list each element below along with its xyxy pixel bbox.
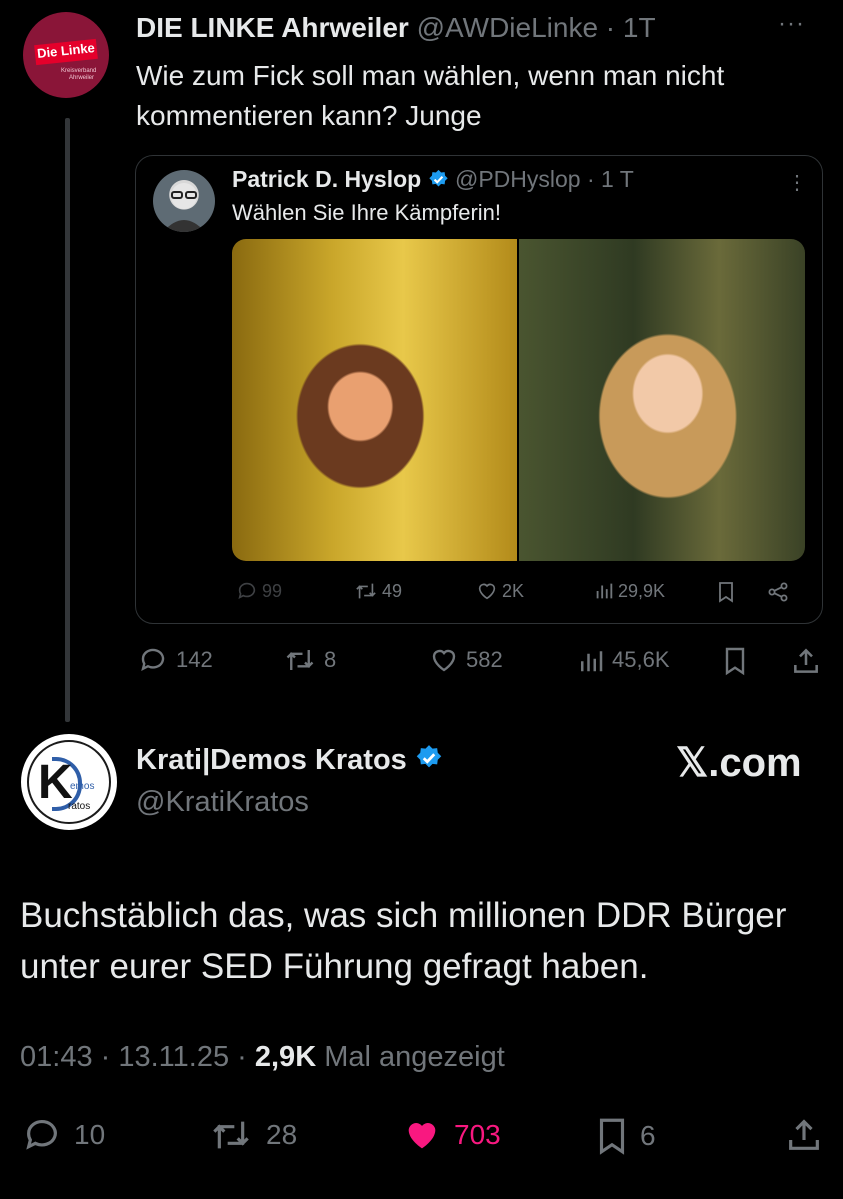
quote-like-button[interactable]: 2K	[476, 580, 524, 602]
author-name-row[interactable]: Krati|Demos Kratos	[136, 744, 443, 777]
separator-dot: ·	[229, 1041, 255, 1073]
like-button[interactable]: 582	[428, 645, 503, 675]
repost-count: 28	[266, 1119, 298, 1150]
quote-header: Patrick D. Hyslop @PDHyslop · 1 T	[232, 166, 634, 193]
tweet-header: DIE LINKE Ahrweiler @AWDieLinke · 1T	[136, 12, 656, 44]
view-count: 45,6K	[612, 647, 670, 672]
media-image-left[interactable]	[232, 239, 517, 561]
date[interactable]: 13.11.25	[118, 1041, 229, 1073]
like-count: 582	[466, 647, 503, 672]
bookmark-count: 6	[640, 1120, 656, 1151]
more-icon[interactable]: ⋮	[787, 170, 807, 195]
author-handle[interactable]: @PDHyslop	[455, 166, 581, 192]
repost-icon	[286, 650, 314, 670]
quote-views-button[interactable]: 29,9K	[594, 580, 665, 602]
heart-icon	[478, 583, 496, 600]
tweet-meta: 01:43 · 13.11.25 · 2,9K Mal angezeigt	[20, 1041, 505, 1074]
bookmark-button[interactable]	[720, 645, 750, 677]
like-count: 2K	[502, 580, 525, 601]
like-count: 703	[454, 1119, 501, 1150]
heart-icon	[432, 649, 456, 672]
verified-icon	[428, 169, 448, 187]
views-label: Mal angezeigt	[324, 1041, 505, 1073]
logo-text: ratos	[68, 801, 91, 812]
x-watermark: 𝕏.com	[676, 741, 802, 785]
quote-repost-button[interactable]: 49	[354, 580, 402, 602]
views-icon	[581, 651, 603, 672]
avatar[interactable]	[153, 170, 215, 232]
share-icon	[794, 648, 818, 673]
author-handle[interactable]: @KratiKratos	[136, 786, 309, 819]
quote-text: Wählen Sie Ihre Kämpferin!	[232, 200, 502, 225]
bookmark-icon	[725, 647, 745, 676]
share-icon	[768, 582, 788, 602]
bookmark-button[interactable]: 6	[594, 1115, 656, 1157]
reply-count: 142	[176, 647, 213, 672]
author-name[interactable]: Patrick D. Hyslop	[232, 166, 421, 192]
repost-icon	[356, 583, 376, 599]
author-handle[interactable]: @AWDieLinke	[417, 12, 598, 43]
logo-subtext: Kreisverband	[61, 68, 97, 74]
views-icon	[596, 583, 613, 599]
reply-icon	[238, 582, 256, 599]
author-name[interactable]: Krati|Demos Kratos	[136, 744, 407, 776]
timestamp[interactable]: 1 T	[601, 166, 634, 192]
separator-dot: ·	[598, 12, 623, 43]
repost-count: 49	[382, 580, 403, 601]
bookmark-icon	[599, 1118, 625, 1155]
heart-filled-icon	[408, 1123, 436, 1149]
quote-reply-button[interactable]: 99	[236, 580, 282, 602]
author-name[interactable]: DIE LINKE Ahrweiler	[136, 12, 409, 43]
logo-text: emos	[70, 781, 95, 792]
more-icon[interactable]: ···	[778, 10, 805, 38]
view-count: 2,9K	[254, 1041, 317, 1073]
separator-dot: ·	[580, 166, 602, 192]
thread-line	[65, 118, 70, 722]
share-button[interactable]	[790, 645, 822, 677]
reply-icon	[26, 1119, 57, 1150]
verified-icon	[416, 745, 442, 768]
like-button[interactable]: 703	[400, 1115, 501, 1155]
repost-icon	[213, 1121, 249, 1149]
avatar[interactable]: K emos ratos	[21, 734, 117, 830]
avatar-portrait	[163, 183, 205, 232]
tweet-text: Buchstäblich das, was sich millionen DDR…	[20, 896, 787, 986]
repost-button[interactable]: 28	[206, 1115, 297, 1155]
timestamp[interactable]: 1T	[623, 12, 656, 43]
quote-share-button[interactable]	[766, 580, 790, 604]
timestamp[interactable]: 01:43	[20, 1041, 93, 1073]
view-count: 29,9K	[618, 580, 666, 601]
quote-bookmark-button[interactable]	[716, 580, 736, 604]
reply-count: 10	[74, 1119, 106, 1150]
reply-icon	[141, 648, 165, 671]
share-button[interactable]	[784, 1115, 824, 1155]
views-button[interactable]: 45,6K	[576, 645, 670, 675]
logo-subtext: Ahrweiler	[69, 75, 95, 81]
separator-dot: ·	[92, 1041, 119, 1073]
reply-button[interactable]: 142	[136, 645, 213, 675]
reply-button[interactable]: 10	[20, 1115, 105, 1155]
tweet-text: Wie zum Fick soll man wählen, wenn man n…	[136, 60, 725, 131]
avatar[interactable]: Die Linke Kreisverband Ahrweiler	[23, 12, 109, 98]
reply-count: 99	[262, 580, 283, 601]
repost-button[interactable]: 8	[282, 645, 336, 675]
repost-count: 8	[324, 647, 337, 672]
share-icon	[789, 1119, 819, 1150]
media-image-right[interactable]	[519, 239, 805, 561]
bookmark-icon	[719, 582, 733, 603]
